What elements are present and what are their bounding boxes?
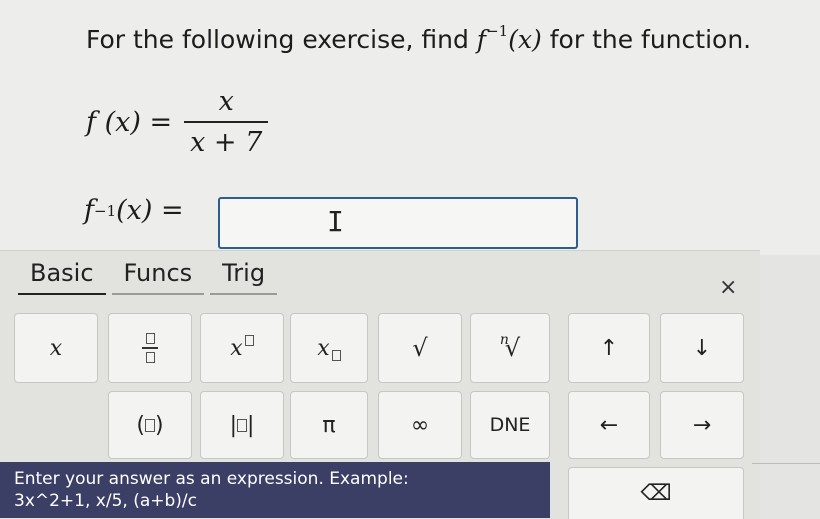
left-arrow-icon: ←: [599, 412, 619, 438]
help-panel: Enter your answer as an expression. Exam…: [0, 462, 550, 518]
nth-root-icon: √: [504, 334, 521, 362]
answer-label: f −1 (x) =: [84, 195, 184, 226]
fraction-numerator: x: [218, 86, 234, 117]
left-arrow-key[interactable]: ←: [568, 391, 650, 459]
sqrt-key[interactable]: √: [378, 313, 462, 383]
question-func-sup: −1: [486, 22, 509, 40]
fraction-denominator-placeholder-icon: [145, 351, 155, 363]
subscript-key[interactable]: x: [290, 313, 368, 383]
answer-label-func: f: [84, 195, 94, 226]
fraction-bar-icon: [142, 347, 158, 349]
x-key[interactable]: x: [14, 313, 98, 383]
fraction-denominator: x + 7: [184, 121, 269, 158]
power-base-label: x: [230, 335, 243, 361]
up-arrow-icon: ↑: [599, 335, 619, 361]
question-func-name: f: [476, 25, 487, 54]
answer-label-arg: (x) =: [116, 195, 184, 226]
divider-line: [752, 463, 820, 464]
text-cursor-icon: I: [327, 205, 344, 238]
right-arrow-key[interactable]: →: [660, 391, 744, 459]
fraction-key[interactable]: [108, 313, 192, 383]
x-key-label: x: [49, 335, 63, 361]
paren-close-label: ): [155, 412, 164, 438]
tab-trig[interactable]: Trig: [210, 259, 278, 295]
problem-area: For the following exercise, find f−1(x) …: [0, 0, 820, 255]
tab-funcs[interactable]: Funcs: [111, 259, 205, 295]
question-suffix: for the function.: [541, 25, 752, 54]
power-exponent-placeholder-icon: [244, 334, 254, 346]
answer-input[interactable]: I: [218, 197, 578, 249]
down-arrow-icon: ↓: [692, 335, 712, 361]
subscript-placeholder-icon: [331, 349, 341, 361]
abs-open-label: |: [229, 412, 237, 438]
question-text: For the following exercise, find f−1(x) …: [86, 22, 751, 54]
up-arrow-key[interactable]: ↑: [568, 313, 650, 383]
pi-label: π: [322, 412, 336, 438]
down-arrow-key[interactable]: ↓: [660, 313, 744, 383]
function-fraction: x x + 7: [184, 86, 269, 158]
answer-label-sup: −1: [94, 201, 117, 220]
help-line-2: 3x^2+1, x/5, (a+b)/c: [14, 491, 198, 511]
question-prefix: For the following exercise, find: [86, 25, 477, 54]
help-line-1: Enter your answer as an expression. Exam…: [14, 469, 409, 489]
sqrt-icon: √: [412, 334, 428, 362]
dne-label: DNE: [489, 414, 531, 436]
close-keypad-icon[interactable]: ×: [719, 275, 737, 300]
abs-close-label: |: [247, 412, 255, 438]
pi-key[interactable]: π: [290, 391, 368, 459]
parentheses-key[interactable]: (): [108, 391, 192, 459]
power-key[interactable]: x: [200, 313, 284, 383]
infinity-label: ∞: [410, 412, 430, 438]
abs-placeholder-icon: [237, 418, 247, 432]
paren-open-label: (: [136, 412, 145, 438]
function-lhs: f (x) =: [86, 106, 173, 138]
subscript-base-label: x: [317, 335, 330, 361]
function-definition: f (x) = x x + 7: [86, 86, 269, 158]
fraction-numerator-placeholder-icon: [145, 333, 155, 345]
nth-root-key[interactable]: n √: [470, 313, 550, 383]
infinity-key[interactable]: ∞: [378, 391, 462, 459]
question-func-arg: (x): [508, 25, 542, 54]
tab-basic[interactable]: Basic: [18, 259, 106, 295]
absolute-value-key[interactable]: | |: [200, 391, 284, 459]
backspace-key[interactable]: ⌫: [568, 467, 744, 519]
dne-key[interactable]: DNE: [470, 391, 550, 459]
right-arrow-icon: →: [692, 412, 712, 438]
paren-placeholder-icon: [145, 418, 155, 432]
keypad-tabs: Basic Funcs Trig: [18, 259, 283, 295]
backspace-icon: ⌫: [640, 481, 672, 506]
